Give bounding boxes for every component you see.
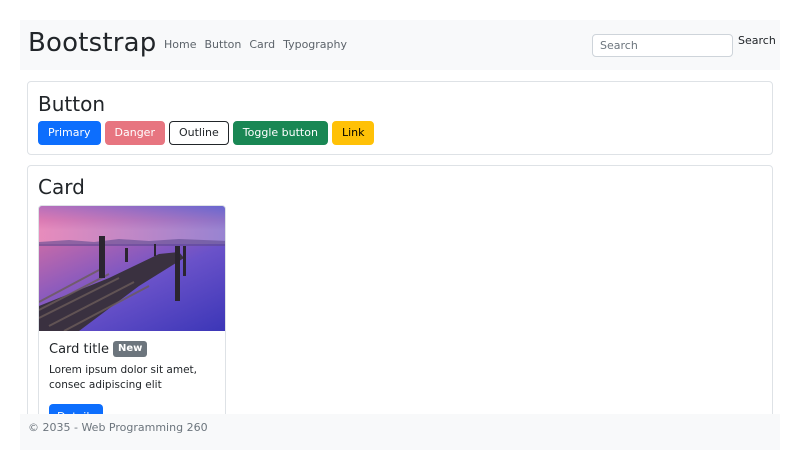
navbar: Bootstrap Home Button Card Typography Se… [20,20,780,70]
card-text: Lorem ipsum dolor sit amet, consec adipi… [49,364,197,391]
card-section: Card Card title New Lorem ipsum dolor si… [27,165,773,425]
link-button[interactable]: Link [331,121,375,145]
nav-link-card[interactable]: Card [249,37,275,53]
nav-link-home[interactable]: Home [164,37,196,53]
button-section-title: Button [38,92,105,116]
new-badge: New [112,341,148,357]
nav-links: Home Button Card Typography [164,37,355,53]
nav-link-typography[interactable]: Typography [283,37,347,53]
nav-link-button[interactable]: Button [204,37,241,53]
card-title-row: Card title New [49,341,148,357]
button-section: Button Primary Danger Outline Toggle but… [27,81,773,155]
card: Card title New Lorem ipsum dolor sit ame… [38,205,226,424]
footer-text: © 2035 - Web Programming 260 [28,421,208,434]
navbar-brand[interactable]: Bootstrap [28,28,157,58]
outline-button[interactable]: Outline [168,121,229,145]
card-image [39,206,225,331]
danger-button[interactable]: Danger [104,121,165,145]
search-input[interactable] [592,34,733,57]
toggle-button[interactable]: Toggle button [232,121,328,145]
button-row: Primary Danger Outline Toggle button Lin… [38,121,375,145]
card-section-title: Card [38,175,85,199]
footer: © 2035 - Web Programming 260 [20,414,780,450]
card-title: Card title [49,341,109,357]
search-button[interactable]: Search [738,34,776,47]
primary-button[interactable]: Primary [38,121,101,145]
